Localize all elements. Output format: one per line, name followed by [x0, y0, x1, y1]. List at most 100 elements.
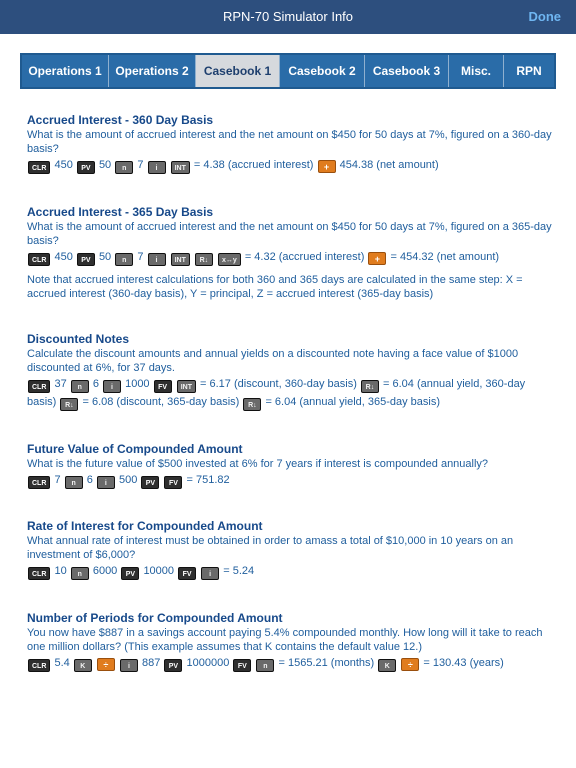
value: 6000	[92, 565, 118, 577]
section-accrued-interest-360: Accrued Interest - 360 Day Basis What is…	[27, 112, 552, 174]
section-question: What annual rate of interest must be obt…	[27, 535, 514, 561]
clr-key: CLR	[28, 476, 51, 489]
k-key: K	[73, 659, 92, 672]
clr-key: CLR	[28, 253, 51, 266]
pv-key: PV	[76, 253, 95, 266]
fv-key: FV	[153, 380, 172, 393]
section-question: What is the amount of accrued interest a…	[27, 129, 552, 155]
section-question: What is the amount of accrued interest a…	[27, 221, 552, 247]
result-text: = 454.32 (net amount)	[390, 251, 500, 263]
keystroke-line: CLR 7 n 6 i 500 PV FV = 751.82	[27, 471, 552, 489]
roll-down-key: R↓	[60, 398, 79, 411]
n-key: n	[64, 476, 83, 489]
fv-key: FV	[233, 659, 252, 672]
result-text: = 4.32 (accrued interest)	[244, 251, 365, 263]
section-title: Discounted Notes	[27, 332, 130, 346]
i-key: i	[147, 161, 166, 174]
i-key: i	[96, 476, 115, 489]
clr-key: CLR	[28, 567, 51, 580]
keystroke-line: CLR 5.4 K ÷ i 887 PV 1000000 FV n = 1565…	[27, 654, 552, 672]
i-key: i	[147, 253, 166, 266]
result-text: = 130.43 (years)	[423, 657, 504, 669]
value: 1000000	[186, 657, 230, 669]
value: 450	[54, 159, 73, 171]
clr-key: CLR	[28, 659, 51, 672]
value: 7	[137, 251, 144, 263]
result-text: basis)	[27, 396, 57, 408]
result-text: = 5.24	[223, 565, 255, 577]
section-title: Future Value of Compounded Amount	[27, 442, 243, 456]
int-key: INT	[176, 380, 196, 393]
value: 6	[86, 474, 93, 486]
n-key: n	[115, 253, 134, 266]
fv-key: FV	[178, 567, 197, 580]
k-key: K	[378, 659, 397, 672]
section-title: Accrued Interest - 360 Day Basis	[27, 113, 214, 127]
keystroke-line: CLR 450 PV 50 n 7 i INT = 4.38 (accrued …	[27, 156, 552, 174]
roll-down-key: R↓	[194, 253, 213, 266]
tab-casebook-1[interactable]: Casebook 1	[196, 55, 280, 87]
section-title: Accrued Interest - 365 Day Basis	[27, 205, 214, 219]
result-text: = 1565.21 (months)	[278, 657, 375, 669]
value: 10	[54, 565, 67, 577]
value: 50	[98, 159, 112, 171]
plus-key: +	[368, 252, 387, 265]
section-future-value: Future Value of Compounded Amount What i…	[27, 441, 552, 489]
int-key: INT	[170, 161, 190, 174]
tab-casebook-3[interactable]: Casebook 3	[365, 55, 449, 87]
result-text: = 6.08 (discount, 365-day basis)	[82, 396, 240, 408]
value: 887	[142, 657, 161, 669]
section-question: What is the future value of $500 investe…	[27, 458, 489, 470]
section-discounted-notes: Discounted Notes Calculate the discount …	[27, 331, 552, 411]
tab-rpn[interactable]: RPN	[504, 55, 554, 87]
roll-down-key: R↓	[360, 380, 379, 393]
section-accrued-interest-365: Accrued Interest - 365 Day Basis What is…	[27, 204, 552, 301]
tab-casebook-2[interactable]: Casebook 2	[280, 55, 365, 87]
value: 7	[54, 474, 61, 486]
value: 6	[92, 378, 99, 390]
clr-key: CLR	[28, 380, 51, 393]
result-text: = 6.17 (discount, 360-day basis)	[200, 378, 357, 390]
i-key: i	[103, 380, 122, 393]
result-text: = 6.04 (annual yield, 360-day	[383, 378, 526, 390]
result-text: 454.38 (net amount)	[339, 159, 439, 171]
fv-key: FV	[164, 476, 183, 489]
value: 1000	[125, 378, 150, 390]
n-key: n	[70, 380, 89, 393]
n-key: n	[70, 567, 89, 580]
keystroke-line: CLR 37 n 6 i 1000 FV INT = 6.17 (discoun…	[27, 375, 552, 393]
tab-bar: Operations 1 Operations 2 Casebook 1 Cas…	[20, 53, 556, 89]
n-key: n	[115, 161, 134, 174]
tab-operations-1[interactable]: Operations 1	[22, 55, 109, 87]
result-text: = 751.82	[186, 474, 230, 486]
i-key: i	[201, 567, 220, 580]
pv-key: PV	[141, 476, 160, 489]
pv-key: PV	[76, 161, 95, 174]
plus-key: +	[317, 160, 336, 173]
i-key: i	[119, 659, 138, 672]
section-title: Rate of Interest for Compounded Amount	[27, 519, 263, 533]
pv-key: PV	[164, 659, 183, 672]
result-text: = 6.04 (annual yield, 365-day basis)	[265, 396, 441, 408]
value: 50	[98, 251, 112, 263]
section-note: Note that accrued interest calculations …	[27, 274, 523, 300]
int-key: INT	[170, 253, 190, 266]
value: 7	[137, 159, 144, 171]
x-swap-y-key: x↔y	[217, 253, 241, 266]
keystroke-line: CLR 450 PV 50 n 7 i INT R↓ x↔y = 4.32 (a…	[27, 248, 552, 266]
n-key: n	[256, 659, 275, 672]
navigation-bar: RPN-70 Simulator Info Done	[0, 0, 576, 34]
result-text: = 4.38 (accrued interest)	[193, 159, 314, 171]
done-button[interactable]: Done	[529, 9, 562, 24]
page-title: RPN-70 Simulator Info	[222, 9, 354, 24]
divide-key: ÷	[401, 658, 420, 671]
keystroke-line: basis) R↓ = 6.08 (discount, 365-day basi…	[27, 393, 552, 411]
section-question: You now have $887 in a savings account p…	[27, 627, 543, 653]
value: 37	[54, 378, 67, 390]
tab-operations-2[interactable]: Operations 2	[109, 55, 196, 87]
section-rate-of-interest: Rate of Interest for Compounded Amount W…	[27, 518, 552, 580]
divide-key: ÷	[96, 658, 115, 671]
value: 450	[54, 251, 73, 263]
section-number-of-periods: Number of Periods for Compounded Amount …	[27, 610, 552, 672]
tab-misc[interactable]: Misc.	[449, 55, 504, 87]
